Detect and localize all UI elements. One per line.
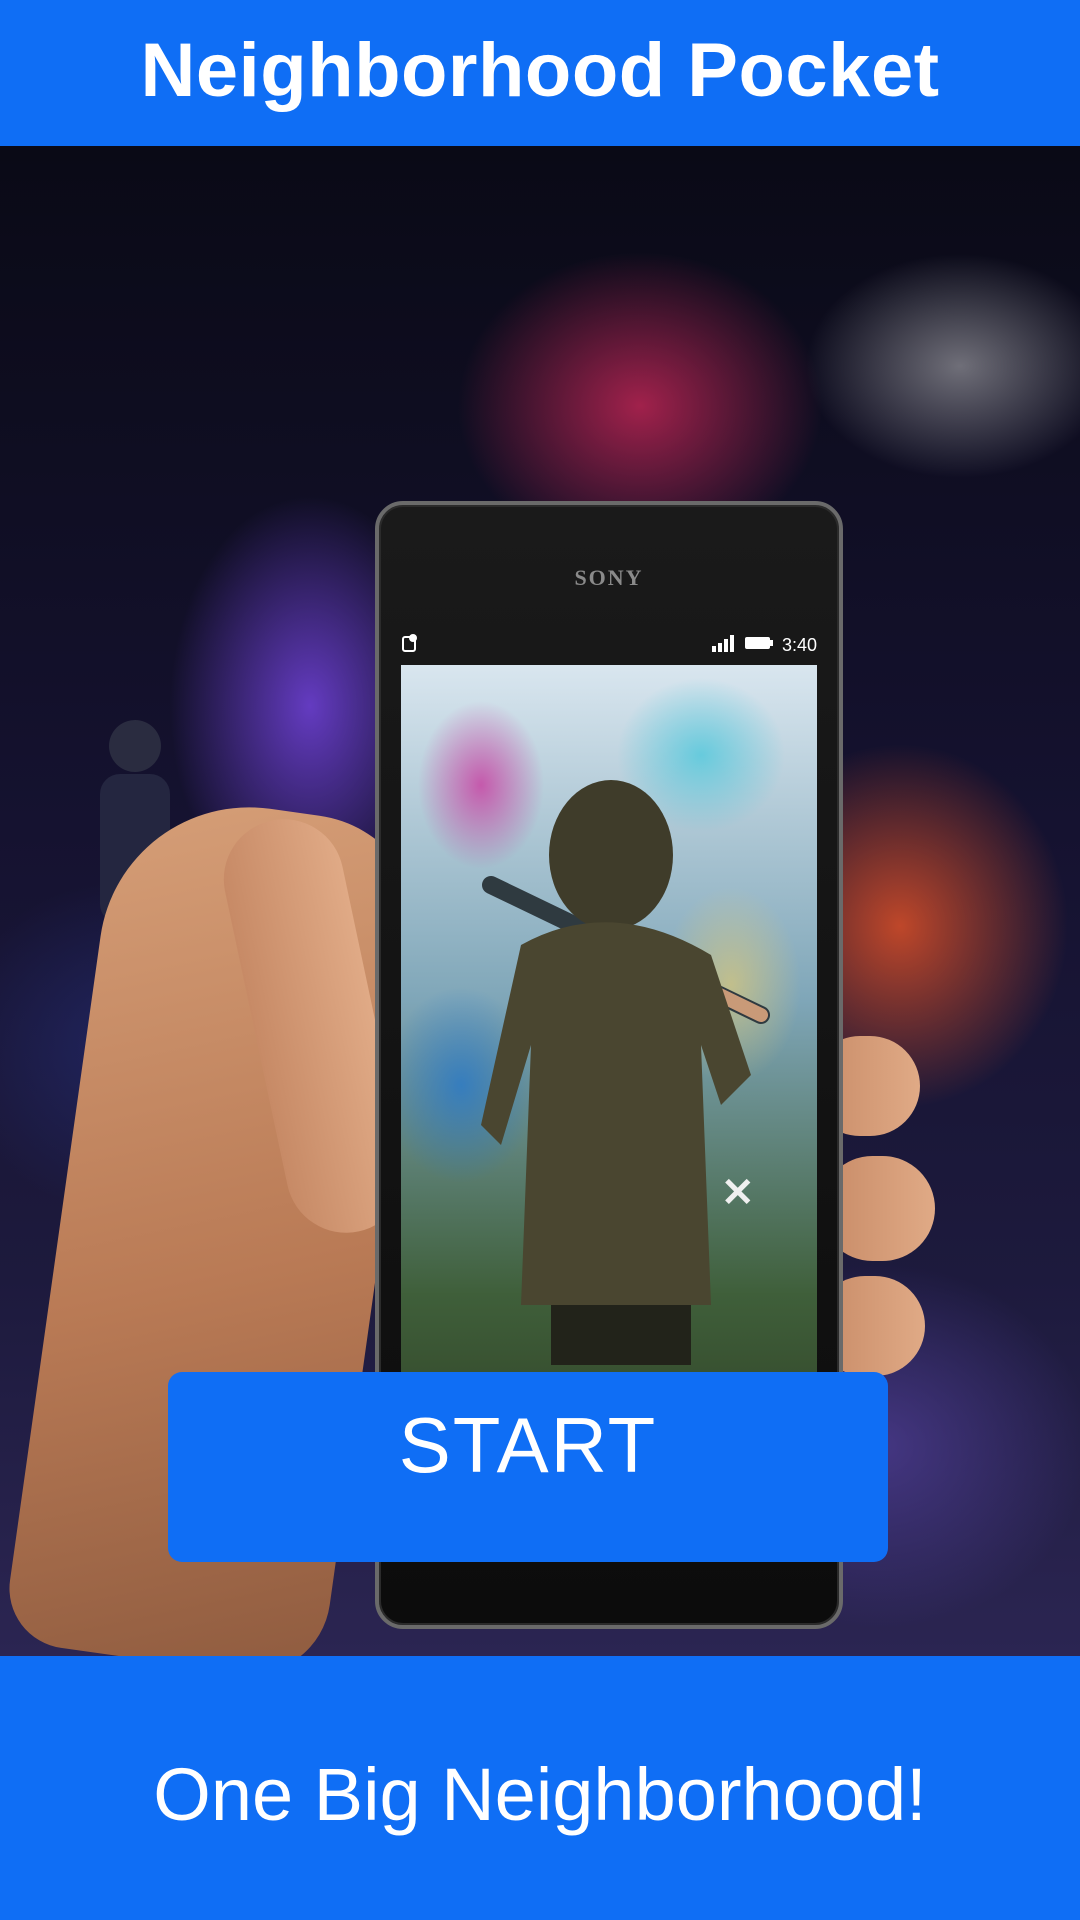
status-indicators: 3:40 [710,634,817,657]
notification-icon [401,633,419,658]
phone-clock: 3:40 [781,634,817,655]
header-bar: Neighborhood Pocket [0,0,1080,146]
close-icon: ✕ [721,1171,755,1215]
app-screen: Neighborhood Pocket SONY 3:40 ✕ START On… [0,0,1080,1920]
app-title: Neighborhood Pocket [140,27,940,113]
phone-brand-label: SONY [574,565,644,590]
start-button[interactable]: START [168,1372,888,1562]
footer-tagline: One Big Neighborhood! [153,1752,927,1836]
phone-status-bar: 3:40 [401,630,817,660]
signal-icon [710,634,736,657]
footer-bar: One Big Neighborhood! [0,1656,1080,1920]
hooded-person-with-bat-image [481,780,770,1365]
battery-icon [744,635,774,656]
